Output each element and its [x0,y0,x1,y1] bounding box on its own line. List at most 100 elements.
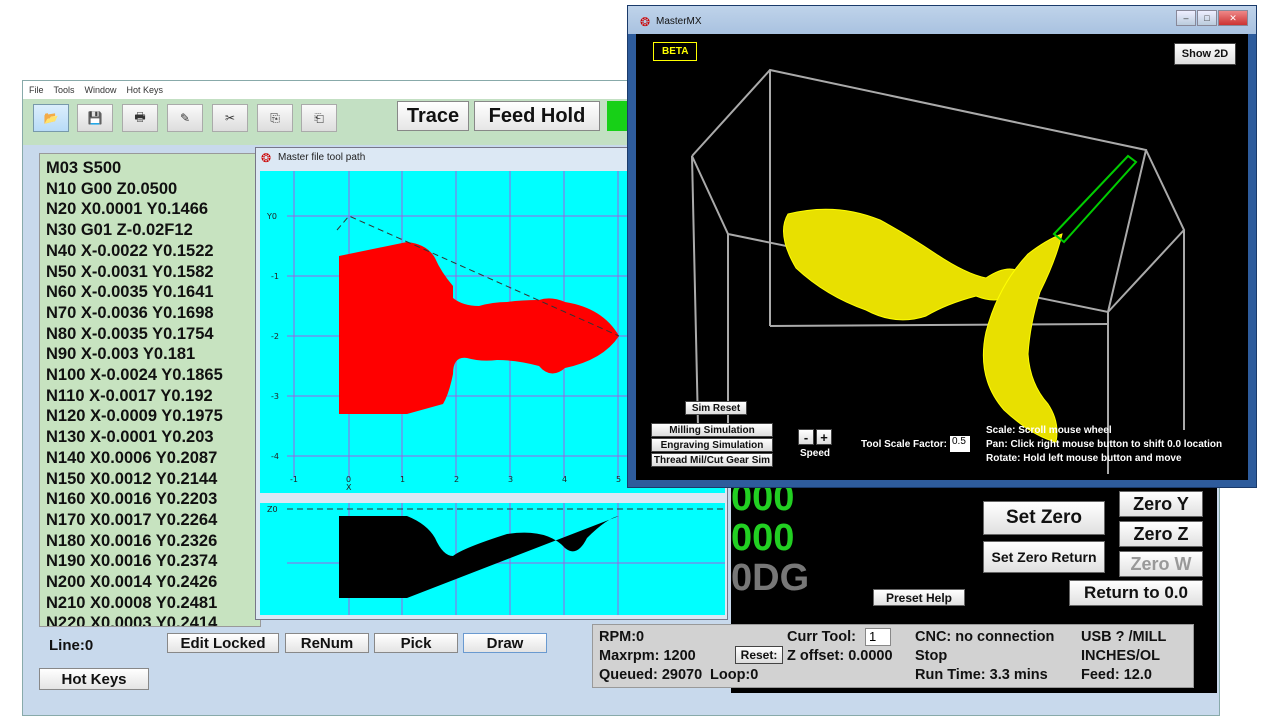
open-icon[interactable]: 📂 [33,104,69,132]
mastermx-title-bar[interactable]: ❂ MasterMX – □ ✕ [628,6,1256,34]
paste-icon[interactable]: ⎗ [301,104,337,132]
gcode-line[interactable]: N120 X-0.0009 Y0.1975 [46,406,254,427]
zero-w-button[interactable]: Zero W [1119,551,1203,577]
sim-reset-button[interactable]: Sim Reset [685,401,747,415]
engraving-simulation-button[interactable]: Engraving Simulation [651,438,773,452]
z-offset-readout: Z offset: 0.0000 [787,648,893,664]
curr-tool-label: Curr Tool: [787,629,856,645]
gcode-line[interactable]: N100 X-0.0024 Y0.1865 [46,365,254,386]
tool-scale-label: Tool Scale Factor: [861,439,947,450]
y-tick-neg1: -1 [271,272,279,281]
pan-help-text: Pan: Click right mouse button to shift 0… [986,439,1223,450]
x-tick-1: 1 [400,475,405,484]
rpm-readout: RPM:0 [599,629,645,645]
tool-model [1052,154,1138,244]
gcode-line[interactable]: N180 X0.0016 Y0.2326 [46,531,254,552]
renum-button[interactable]: ReNum [285,633,369,653]
run-state: Stop [915,648,948,664]
toolpath-title: Master file tool path [278,152,366,163]
gcode-line[interactable]: N90 X-0.003 Y0.181 [46,344,254,365]
eraser-icon[interactable]: ✎ [167,104,203,132]
gcode-line[interactable]: N10 G00 Z0.0500 [46,179,254,200]
y-tick-0: Y0 [266,212,277,221]
gcode-line[interactable]: N110 X-0.0017 Y0.192 [46,386,254,407]
dro-w-value: 0DG [731,557,810,599]
gcode-listing[interactable]: M03 S500 N10 G00 Z0.0500 N20 X0.0001 Y0.14… [39,153,261,627]
x-tick-5: 5 [616,475,621,484]
feed-hold-button[interactable]: Feed Hold [474,101,600,131]
status-panel: RPM:0 Maxrpm: 1200 Queued: 29070 Loop:0 … [592,624,1194,688]
gcode-line[interactable]: N80 X-0.0035 Y0.1754 [46,324,254,345]
x-axis-label: X [346,483,352,492]
gcode-line[interactable]: N50 X-0.0031 Y0.1582 [46,262,254,283]
zero-z-button[interactable]: Zero Z [1119,521,1203,547]
gcode-line[interactable]: N220 X0.0003 Y0.2414 [46,613,254,626]
trace-button[interactable]: Trace [397,101,469,131]
minimize-button[interactable]: – [1176,10,1196,26]
gcode-line[interactable]: N60 X-0.0035 Y0.1641 [46,282,254,303]
usb-mode: USB ? /MILL [1081,629,1167,645]
feed-readout: Feed: 12.0 [1081,667,1152,683]
gcode-line[interactable]: N130 X-0.0001 Y0.203 [46,427,254,448]
print-icon[interactable]: 🖶 [122,104,158,132]
hot-keys-button[interactable]: Hot Keys [39,668,149,690]
speed-label: Speed [800,448,831,459]
simulation-viewport[interactable]: BETA Show 2D Sim Reset Milling Simulatio… [636,34,1248,480]
app-logo-icon: ❂ [640,15,651,29]
cnc-connection-status: CNC: no connection [915,629,1055,645]
mastermx-window[interactable]: ❂ MasterMX – □ ✕ BETA Show 2D Sim Reset … [627,5,1257,488]
gcode-line[interactable]: N70 X-0.0036 Y0.1698 [46,303,254,324]
set-zero-button[interactable]: Set Zero [983,501,1105,535]
gcode-line[interactable]: N190 X0.0016 Y0.2374 [46,551,254,572]
speed-plus-button[interactable]: + [816,429,832,445]
x-tick-4: 4 [562,475,567,484]
preset-help-button[interactable]: Preset Help [873,589,965,606]
zero-y-button[interactable]: Zero Y [1119,491,1203,517]
gcode-line[interactable]: N20 X0.0001 Y0.1466 [46,199,254,220]
set-zero-return-button[interactable]: Set Zero Return [983,541,1105,573]
copy-icon[interactable]: ⎘ [257,104,293,132]
rotate-help-text: Rotate: Hold left mouse button and move [986,453,1182,464]
x-tick-3: 3 [508,475,513,484]
run-time-readout: Run Time: 3.3 mins [915,667,1048,683]
gcode-line[interactable]: N140 X0.0006 Y0.2087 [46,448,254,469]
reset-button[interactable]: Reset: [735,646,783,664]
loop-readout: Loop:0 [710,667,759,683]
x-tick-neg1: -1 [290,475,298,484]
thread-mill-simulation-button[interactable]: Thread Mil/Cut Gear Sim [651,453,773,467]
x-tick-2: 2 [454,475,459,484]
speed-minus-button[interactable]: - [798,429,814,445]
edit-locked-button[interactable]: Edit Locked [167,633,279,653]
gcode-line[interactable]: M03 S500 [46,158,254,179]
gcode-line[interactable]: N150 X0.0012 Y0.2144 [46,469,254,490]
milling-simulation-button[interactable]: Milling Simulation [651,423,773,437]
gcode-line[interactable]: N160 X0.0016 Y0.2203 [46,489,254,510]
mastermx-title: MasterMX [656,16,702,27]
return-button[interactable]: Return to 0.0 [1069,580,1203,606]
queued-readout: Queued: 29070 [599,667,703,683]
part-mesh-body [783,208,1020,321]
gcode-line[interactable]: N30 G01 Z-0.02F12 [46,220,254,241]
y-tick-neg4: -4 [271,452,279,461]
curr-tool-input[interactable]: 1 [865,628,891,646]
y-tick-neg2: -2 [271,332,279,341]
units-mode: INCHES/OL [1081,648,1160,664]
menu-file[interactable]: File [29,85,44,95]
menu-hot-keys[interactable]: Hot Keys [127,85,164,95]
draw-button[interactable]: Draw [463,633,547,653]
save-icon[interactable]: 💾 [77,104,113,132]
gcode-line[interactable]: N40 X-0.0022 Y0.1522 [46,241,254,262]
menu-tools[interactable]: Tools [54,85,75,95]
tool-scale-input[interactable]: 0.5 [950,436,970,452]
maximize-button[interactable]: □ [1197,10,1217,26]
close-button[interactable]: ✕ [1218,10,1248,26]
menu-window[interactable]: Window [85,85,117,95]
scale-help-text: Scale: Scroll mouse wheel [986,425,1112,436]
dro-z-value: 000 [731,517,795,559]
y-tick-neg3: -3 [271,392,279,401]
pick-button[interactable]: Pick [374,633,458,653]
cut-icon[interactable]: ✂ [212,104,248,132]
gcode-line[interactable]: N210 X0.0008 Y0.2481 [46,593,254,614]
gcode-line[interactable]: N170 X0.0017 Y0.2264 [46,510,254,531]
gcode-line[interactable]: N200 X0.0014 Y0.2426 [46,572,254,593]
